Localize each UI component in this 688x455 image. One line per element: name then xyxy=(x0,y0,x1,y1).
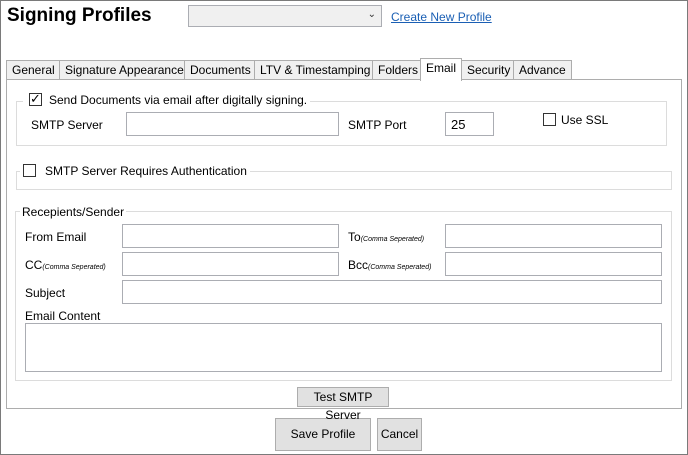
tab-security[interactable]: Security xyxy=(461,60,517,80)
to-note: (Comma Seperated) xyxy=(360,236,425,243)
email-content-label: Email Content xyxy=(25,309,101,323)
smtp-server-input[interactable] xyxy=(126,112,339,136)
from-email-input[interactable] xyxy=(122,224,339,248)
test-smtp-button[interactable]: Test SMTP Server xyxy=(297,387,389,422)
smtp-port-input[interactable]: 25 xyxy=(445,112,494,136)
profile-select[interactable]: ⌄ xyxy=(188,5,382,27)
use-ssl-checkbox[interactable] xyxy=(543,113,556,126)
subject-input[interactable] xyxy=(122,280,662,304)
signing-profiles-window: Signing Profiles ⌄ Create New Profile Ge… xyxy=(0,0,688,455)
smtp-auth-option[interactable]: SMTP Server Requires Authentication xyxy=(20,163,250,179)
bcc-input[interactable] xyxy=(445,252,662,276)
to-label: To(Comma Seperated) xyxy=(348,230,424,244)
send-email-label: Send Documents via email after digitally… xyxy=(49,93,308,107)
from-email-label: From Email xyxy=(25,230,87,244)
cc-label-text: CC xyxy=(25,258,43,272)
smtp-auth-label: SMTP Server Requires Authentication xyxy=(45,164,247,178)
create-new-profile-link[interactable]: Create New Profile xyxy=(391,10,492,24)
smtp-server-label: SMTP Server xyxy=(31,118,103,132)
tab-advance[interactable]: Advance xyxy=(513,60,572,80)
chevron-down-icon: ⌄ xyxy=(367,9,376,20)
tab-signature-appearance[interactable]: Signature Appearance xyxy=(59,60,190,80)
tab-folders[interactable]: Folders xyxy=(372,60,425,80)
recipients-group-title: Recepients/Sender xyxy=(20,205,127,219)
cc-note: (Comma Seperated) xyxy=(42,264,106,271)
cancel-button[interactable]: Cancel xyxy=(377,418,422,451)
smtp-port-label: SMTP Port xyxy=(348,118,407,132)
cc-input[interactable] xyxy=(122,252,339,276)
bcc-label-text: Bcc xyxy=(348,258,369,272)
tab-ltv-timestamping[interactable]: LTV & Timestamping xyxy=(254,60,377,80)
tab-email[interactable]: Email xyxy=(420,58,463,81)
to-label-text: To xyxy=(348,230,361,244)
smtp-auth-checkbox[interactable] xyxy=(23,164,36,177)
bcc-note: (Comma Seperated) xyxy=(368,264,432,271)
send-email-option[interactable]: ✓ Send Documents via email after digital… xyxy=(23,91,311,108)
send-email-checkbox[interactable]: ✓ xyxy=(29,91,42,106)
checkmark-icon: ✓ xyxy=(30,91,41,106)
cc-label: CC(Comma Seperated) xyxy=(25,258,106,272)
email-content-textarea[interactable] xyxy=(25,323,662,372)
tab-documents[interactable]: Documents xyxy=(184,60,257,80)
subject-label: Subject xyxy=(25,286,66,300)
tab-general[interactable]: General xyxy=(6,60,61,80)
use-ssl-label: Use SSL xyxy=(561,113,609,127)
page-title: Signing Profiles xyxy=(7,5,152,26)
bcc-label: Bcc(Comma Seperated) xyxy=(348,258,431,272)
to-input[interactable] xyxy=(445,224,662,248)
email-tab-panel: ✓ Send Documents via email after digital… xyxy=(6,79,682,409)
